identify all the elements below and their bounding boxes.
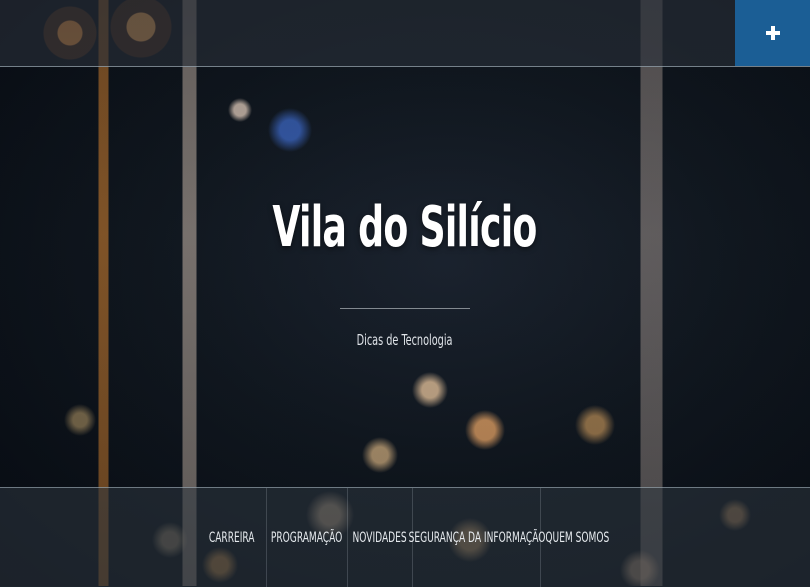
nav-item-label: SEGURANÇA DA INFORMAÇÃO (408, 529, 545, 546)
nav-item-quem-somos[interactable]: QUEM SOMOS (540, 488, 613, 587)
nav-item-carreira[interactable]: CARREIRA (198, 488, 266, 587)
nav-item-label: QUEM SOMOS (545, 529, 609, 546)
menu-toggle-button[interactable] (735, 0, 810, 66)
site-title[interactable]: Vila do Silício (273, 195, 538, 260)
plus-icon (765, 26, 780, 40)
title-divider (340, 308, 470, 309)
nav-item-seguranca-da-informacao[interactable]: SEGURANÇA DA INFORMAÇÃO (408, 488, 545, 587)
top-bar (0, 0, 810, 67)
nav-item-programacao[interactable]: PROGRAMAÇÃO (266, 488, 347, 587)
nav-item-novidades[interactable]: NOVIDADES (347, 488, 412, 587)
nav-item-label: PROGRAMAÇÃO (271, 529, 343, 546)
site-tagline: Dicas de Tecnologia (357, 331, 453, 349)
site-branding: Vila do Silício Dicas de Tecnologia (0, 195, 810, 349)
main-navigation: CARREIRA PROGRAMAÇÃO NOVIDADES SEGURANÇA… (0, 487, 810, 587)
nav-menu: CARREIRA PROGRAMAÇÃO NOVIDADES SEGURANÇA… (198, 488, 613, 587)
nav-item-label: NOVIDADES (352, 529, 408, 546)
nav-item-label: CARREIRA (209, 529, 255, 546)
